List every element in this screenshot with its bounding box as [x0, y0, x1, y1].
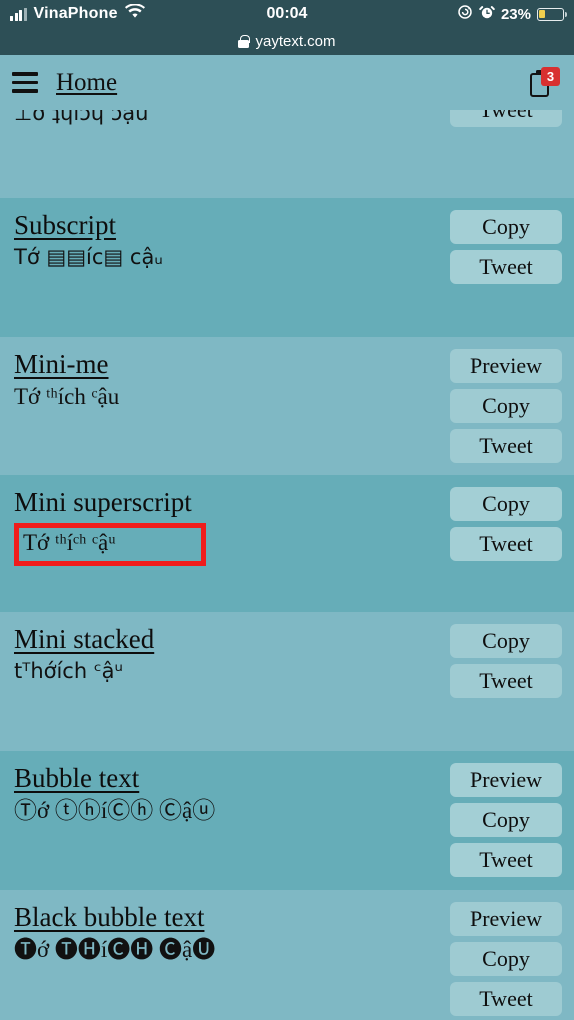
copy-button[interactable]: Copy [450, 487, 562, 521]
section-mini-superscript: Mini superscript Tớ ᵗʰíᶜʰ ᶜậᵘ Copy Tweet [0, 475, 574, 612]
copy-button[interactable]: Copy [450, 389, 562, 423]
hamburger-menu-icon[interactable] [12, 72, 38, 93]
button-column: Preview Copy Tweet [450, 349, 562, 463]
copy-button[interactable]: Copy [450, 803, 562, 837]
tweet-button[interactable]: Tweet [450, 982, 562, 1016]
preview-button[interactable]: Preview [450, 902, 562, 936]
tweet-button[interactable]: Tweet [450, 250, 562, 284]
section-mini-stacked: Mini stacked tᵀhớích ᶜậᵘ Copy Tweet [0, 612, 574, 751]
app-header: Home 3 [0, 55, 574, 110]
clipboard-badge: 3 [541, 67, 560, 86]
url-bar[interactable]: yaytext.com [0, 28, 574, 55]
section-title: Black bubble text [14, 902, 205, 932]
section-subscript: Subscript Tớ ▤▤íc▤ cậᵤ Copy Tweet [0, 198, 574, 337]
button-column: Copy Tweet [450, 624, 562, 698]
section-clipped-top: ⊥ớ ʇɥıɔɥ ɔậu Tweet [0, 110, 574, 198]
status-bar-row: VinaPhone 00:04 23% [0, 0, 574, 28]
copy-button[interactable]: Copy [450, 210, 562, 244]
lock-icon [238, 35, 250, 48]
preview-text: Tớ ▤▤íc▤ cậᵤ [14, 245, 163, 270]
tweet-button[interactable]: Tweet [450, 110, 562, 127]
signal-bars-icon [10, 7, 27, 21]
preview-text: Ⓣớ ⓣⓗíⒸⓗ Ⓒậⓤ [14, 798, 216, 824]
battery-percent-label: 23% [500, 5, 531, 23]
button-column: Tweet [450, 110, 562, 127]
alarm-clock-icon [479, 4, 495, 25]
url-domain-label: yaytext.com [255, 33, 336, 50]
section-title: Bubble text [14, 763, 140, 793]
section-title: Mini-me [14, 349, 109, 379]
preview-button[interactable]: Preview [450, 349, 562, 383]
preview-text: Tớ ᵗʰích ᶜậu [14, 384, 120, 410]
section-black-bubble-text: Black bubble text 🅣ớ 🅣🅗í🅒🅗 🅒ậ🅤 Preview C… [0, 890, 574, 1020]
clipboard-button[interactable]: 3 [526, 67, 560, 99]
tweet-button[interactable]: Tweet [450, 527, 562, 561]
tweet-button[interactable]: Tweet [450, 664, 562, 698]
tweet-button[interactable]: Tweet [450, 843, 562, 877]
section-title: Mini superscript [14, 487, 192, 517]
button-column: Preview Copy Tweet [450, 763, 562, 877]
copy-button[interactable]: Copy [450, 624, 562, 658]
button-column: Copy Tweet [450, 487, 562, 561]
preview-text: tᵀhớích ᶜậᵘ [14, 659, 123, 684]
section-title: Subscript [14, 210, 117, 240]
preview-button[interactable]: Preview [450, 763, 562, 797]
section-mini-me: Mini-me Tớ ᵗʰích ᶜậu Preview Copy Tweet [0, 337, 574, 475]
battery-icon [537, 7, 568, 21]
section-title: Mini stacked [14, 624, 155, 654]
carrier-label: VinaPhone [33, 5, 118, 22]
breadcrumb-home-link[interactable]: Home [56, 69, 117, 97]
copy-button[interactable]: Copy [450, 942, 562, 976]
preview-text-highlighted: Tớ ᵗʰíᶜʰ ᶜậᵘ [14, 523, 206, 566]
rotation-lock-icon [457, 4, 473, 25]
button-column: Copy Tweet [450, 210, 562, 284]
preview-text: ⊥ớ ʇɥıɔɥ ɔậu [14, 110, 149, 125]
wifi-icon [124, 3, 145, 24]
button-column: Preview Copy Tweet [450, 902, 562, 1016]
status-right-group: 23% [457, 0, 568, 28]
status-left-group: VinaPhone [10, 3, 145, 24]
phone-screen: VinaPhone 00:04 23% yaytext.com Home 3 ⊥… [0, 0, 574, 1020]
tweet-button[interactable]: Tweet [450, 429, 562, 463]
status-bar: VinaPhone 00:04 23% yaytext.com [0, 0, 574, 55]
section-bubble-text: Bubble text Ⓣớ ⓣⓗíⒸⓗ Ⓒậⓤ Preview Copy Tw… [0, 751, 574, 890]
preview-text: 🅣ớ 🅣🅗í🅒🅗 🅒ậ🅤 [14, 937, 216, 963]
